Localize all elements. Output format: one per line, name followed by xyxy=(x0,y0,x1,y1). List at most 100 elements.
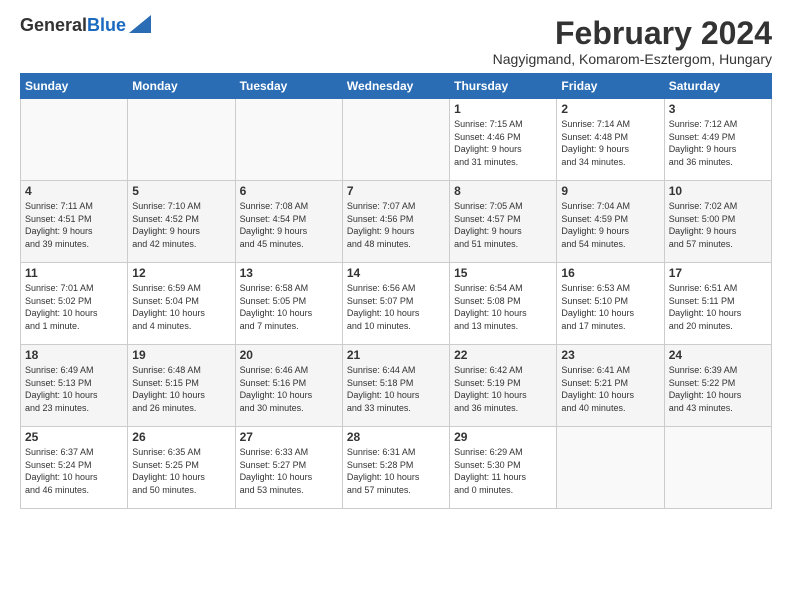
calendar-cell xyxy=(342,99,449,181)
calendar-cell xyxy=(557,427,664,509)
calendar-cell: 2Sunrise: 7:14 AM Sunset: 4:48 PM Daylig… xyxy=(557,99,664,181)
calendar-week-row: 25 Sunrise: 6:37 AM Sunset: 5:24 PM Dayli… xyxy=(21,427,772,509)
calendar-cell xyxy=(128,99,235,181)
calendar-cell: 8 Sunrise: 7:05 AM Sunset: 4:57 PM Daylig… xyxy=(450,181,557,263)
day-number: 26 xyxy=(132,430,230,444)
calendar-cell: 14Sunrise: 6:56 AM Sunset: 5:07 PM Dayli… xyxy=(342,263,449,345)
day-number: 4 xyxy=(25,184,123,198)
day-info: Sunrise: 6:53 AM Sunset: 5:10 PM Dayligh… xyxy=(561,282,659,332)
logo-text: GeneralBlue xyxy=(20,16,126,36)
logo-arrow-icon xyxy=(129,15,151,33)
day-number: 8 xyxy=(454,184,552,198)
day-number: 12 xyxy=(132,266,230,280)
day-info: Sunrise: 6:48 AM Sunset: 5:15 PM Dayligh… xyxy=(132,364,230,414)
calendar-cell: 4 Sunrise: 7:11 AM Sunset: 4:51 PM Daylig… xyxy=(21,181,128,263)
weekday-header-wednesday: Wednesday xyxy=(342,74,449,99)
day-number: 1 xyxy=(454,102,552,116)
calendar-cell: 26 Sunrise: 6:35 AM Sunset: 5:25 PM Dayli… xyxy=(128,427,235,509)
day-info: Sunrise: 6:39 AM Sunset: 5:22 PM Dayligh… xyxy=(669,364,767,414)
calendar-week-row: 11 Sunrise: 7:01 AM Sunset: 5:02 PM Dayli… xyxy=(21,263,772,345)
day-number: 20 xyxy=(240,348,338,362)
day-info: Sunrise: 7:10 AM Sunset: 4:52 PM Dayligh… xyxy=(132,200,230,250)
calendar-cell: 13Sunrise: 6:58 AM Sunset: 5:05 PM Dayli… xyxy=(235,263,342,345)
month-year: February 2024 xyxy=(493,16,772,51)
logo-general: General xyxy=(20,15,87,35)
calendar-cell: 24Sunrise: 6:39 AM Sunset: 5:22 PM Dayli… xyxy=(664,345,771,427)
calendar-cell: 5 Sunrise: 7:10 AM Sunset: 4:52 PM Daylig… xyxy=(128,181,235,263)
day-number: 3 xyxy=(669,102,767,116)
calendar-cell: 1 Sunrise: 7:15 AM Sunset: 4:46 PM Daylig… xyxy=(450,99,557,181)
calendar-cell: 9Sunrise: 7:04 AM Sunset: 4:59 PM Daylig… xyxy=(557,181,664,263)
day-info: Sunrise: 6:44 AM Sunset: 5:18 PM Dayligh… xyxy=(347,364,445,414)
calendar-cell: 21 Sunrise: 6:44 AM Sunset: 5:18 PM Dayli… xyxy=(342,345,449,427)
calendar-cell: 25 Sunrise: 6:37 AM Sunset: 5:24 PM Dayli… xyxy=(21,427,128,509)
calendar-header-row: SundayMondayTuesdayWednesdayThursdayFrid… xyxy=(21,74,772,99)
calendar-cell: 3 Sunrise: 7:12 AM Sunset: 4:49 PM Daylig… xyxy=(664,99,771,181)
day-number: 23 xyxy=(561,348,659,362)
day-info: Sunrise: 7:05 AM Sunset: 4:57 PM Dayligh… xyxy=(454,200,552,250)
calendar-cell xyxy=(664,427,771,509)
day-number: 13 xyxy=(240,266,338,280)
day-info: Sunrise: 6:35 AM Sunset: 5:25 PM Dayligh… xyxy=(132,446,230,496)
calendar-cell: 27 Sunrise: 6:33 AM Sunset: 5:27 PM Dayli… xyxy=(235,427,342,509)
calendar-cell: 18Sunrise: 6:49 AM Sunset: 5:13 PM Dayli… xyxy=(21,345,128,427)
calendar-cell: 29Sunrise: 6:29 AM Sunset: 5:30 PM Dayli… xyxy=(450,427,557,509)
calendar-week-row: 18Sunrise: 6:49 AM Sunset: 5:13 PM Dayli… xyxy=(21,345,772,427)
calendar-cell xyxy=(235,99,342,181)
calendar-week-row: 1 Sunrise: 7:15 AM Sunset: 4:46 PM Daylig… xyxy=(21,99,772,181)
day-info: Sunrise: 6:46 AM Sunset: 5:16 PM Dayligh… xyxy=(240,364,338,414)
day-number: 7 xyxy=(347,184,445,198)
weekday-header-monday: Monday xyxy=(128,74,235,99)
day-number: 11 xyxy=(25,266,123,280)
day-number: 16 xyxy=(561,266,659,280)
day-number: 9 xyxy=(561,184,659,198)
calendar-cell: 15 Sunrise: 6:54 AM Sunset: 5:08 PM Dayli… xyxy=(450,263,557,345)
calendar-cell: 11 Sunrise: 7:01 AM Sunset: 5:02 PM Dayli… xyxy=(21,263,128,345)
day-number: 27 xyxy=(240,430,338,444)
day-number: 5 xyxy=(132,184,230,198)
weekday-header-sunday: Sunday xyxy=(21,74,128,99)
logo-blue: Blue xyxy=(87,15,126,35)
day-info: Sunrise: 6:51 AM Sunset: 5:11 PM Dayligh… xyxy=(669,282,767,332)
weekday-header-saturday: Saturday xyxy=(664,74,771,99)
day-info: Sunrise: 6:33 AM Sunset: 5:27 PM Dayligh… xyxy=(240,446,338,496)
calendar-table: SundayMondayTuesdayWednesdayThursdayFrid… xyxy=(20,73,772,509)
header: GeneralBlue February 2024 Nagyigmand, Ko… xyxy=(20,16,772,67)
calendar-cell: 19Sunrise: 6:48 AM Sunset: 5:15 PM Dayli… xyxy=(128,345,235,427)
calendar-cell: 28Sunrise: 6:31 AM Sunset: 5:28 PM Dayli… xyxy=(342,427,449,509)
day-number: 22 xyxy=(454,348,552,362)
day-number: 10 xyxy=(669,184,767,198)
day-info: Sunrise: 6:37 AM Sunset: 5:24 PM Dayligh… xyxy=(25,446,123,496)
page: GeneralBlue February 2024 Nagyigmand, Ko… xyxy=(0,0,792,519)
day-number: 18 xyxy=(25,348,123,362)
day-info: Sunrise: 6:29 AM Sunset: 5:30 PM Dayligh… xyxy=(454,446,552,496)
weekday-header-thursday: Thursday xyxy=(450,74,557,99)
day-number: 15 xyxy=(454,266,552,280)
day-info: Sunrise: 6:41 AM Sunset: 5:21 PM Dayligh… xyxy=(561,364,659,414)
title-block: February 2024 Nagyigmand, Komarom-Eszter… xyxy=(493,16,772,67)
calendar-cell: 6Sunrise: 7:08 AM Sunset: 4:54 PM Daylig… xyxy=(235,181,342,263)
day-info: Sunrise: 7:11 AM Sunset: 4:51 PM Dayligh… xyxy=(25,200,123,250)
day-number: 21 xyxy=(347,348,445,362)
day-info: Sunrise: 6:31 AM Sunset: 5:28 PM Dayligh… xyxy=(347,446,445,496)
day-info: Sunrise: 7:15 AM Sunset: 4:46 PM Dayligh… xyxy=(454,118,552,168)
day-info: Sunrise: 7:07 AM Sunset: 4:56 PM Dayligh… xyxy=(347,200,445,250)
day-info: Sunrise: 7:14 AM Sunset: 4:48 PM Dayligh… xyxy=(561,118,659,168)
day-info: Sunrise: 6:59 AM Sunset: 5:04 PM Dayligh… xyxy=(132,282,230,332)
day-number: 17 xyxy=(669,266,767,280)
day-info: Sunrise: 7:02 AM Sunset: 5:00 PM Dayligh… xyxy=(669,200,767,250)
calendar-cell: 22 Sunrise: 6:42 AM Sunset: 5:19 PM Dayli… xyxy=(450,345,557,427)
day-info: Sunrise: 6:54 AM Sunset: 5:08 PM Dayligh… xyxy=(454,282,552,332)
location: Nagyigmand, Komarom-Esztergom, Hungary xyxy=(493,51,772,67)
day-info: Sunrise: 7:01 AM Sunset: 5:02 PM Dayligh… xyxy=(25,282,123,332)
day-info: Sunrise: 7:08 AM Sunset: 4:54 PM Dayligh… xyxy=(240,200,338,250)
day-info: Sunrise: 7:12 AM Sunset: 4:49 PM Dayligh… xyxy=(669,118,767,168)
calendar-cell: 16 Sunrise: 6:53 AM Sunset: 5:10 PM Dayli… xyxy=(557,263,664,345)
day-number: 25 xyxy=(25,430,123,444)
calendar-cell: 20 Sunrise: 6:46 AM Sunset: 5:16 PM Dayli… xyxy=(235,345,342,427)
calendar-cell: 7 Sunrise: 7:07 AM Sunset: 4:56 PM Daylig… xyxy=(342,181,449,263)
calendar-cell: 10 Sunrise: 7:02 AM Sunset: 5:00 PM Dayli… xyxy=(664,181,771,263)
day-info: Sunrise: 6:42 AM Sunset: 5:19 PM Dayligh… xyxy=(454,364,552,414)
day-info: Sunrise: 6:56 AM Sunset: 5:07 PM Dayligh… xyxy=(347,282,445,332)
calendar-cell xyxy=(21,99,128,181)
